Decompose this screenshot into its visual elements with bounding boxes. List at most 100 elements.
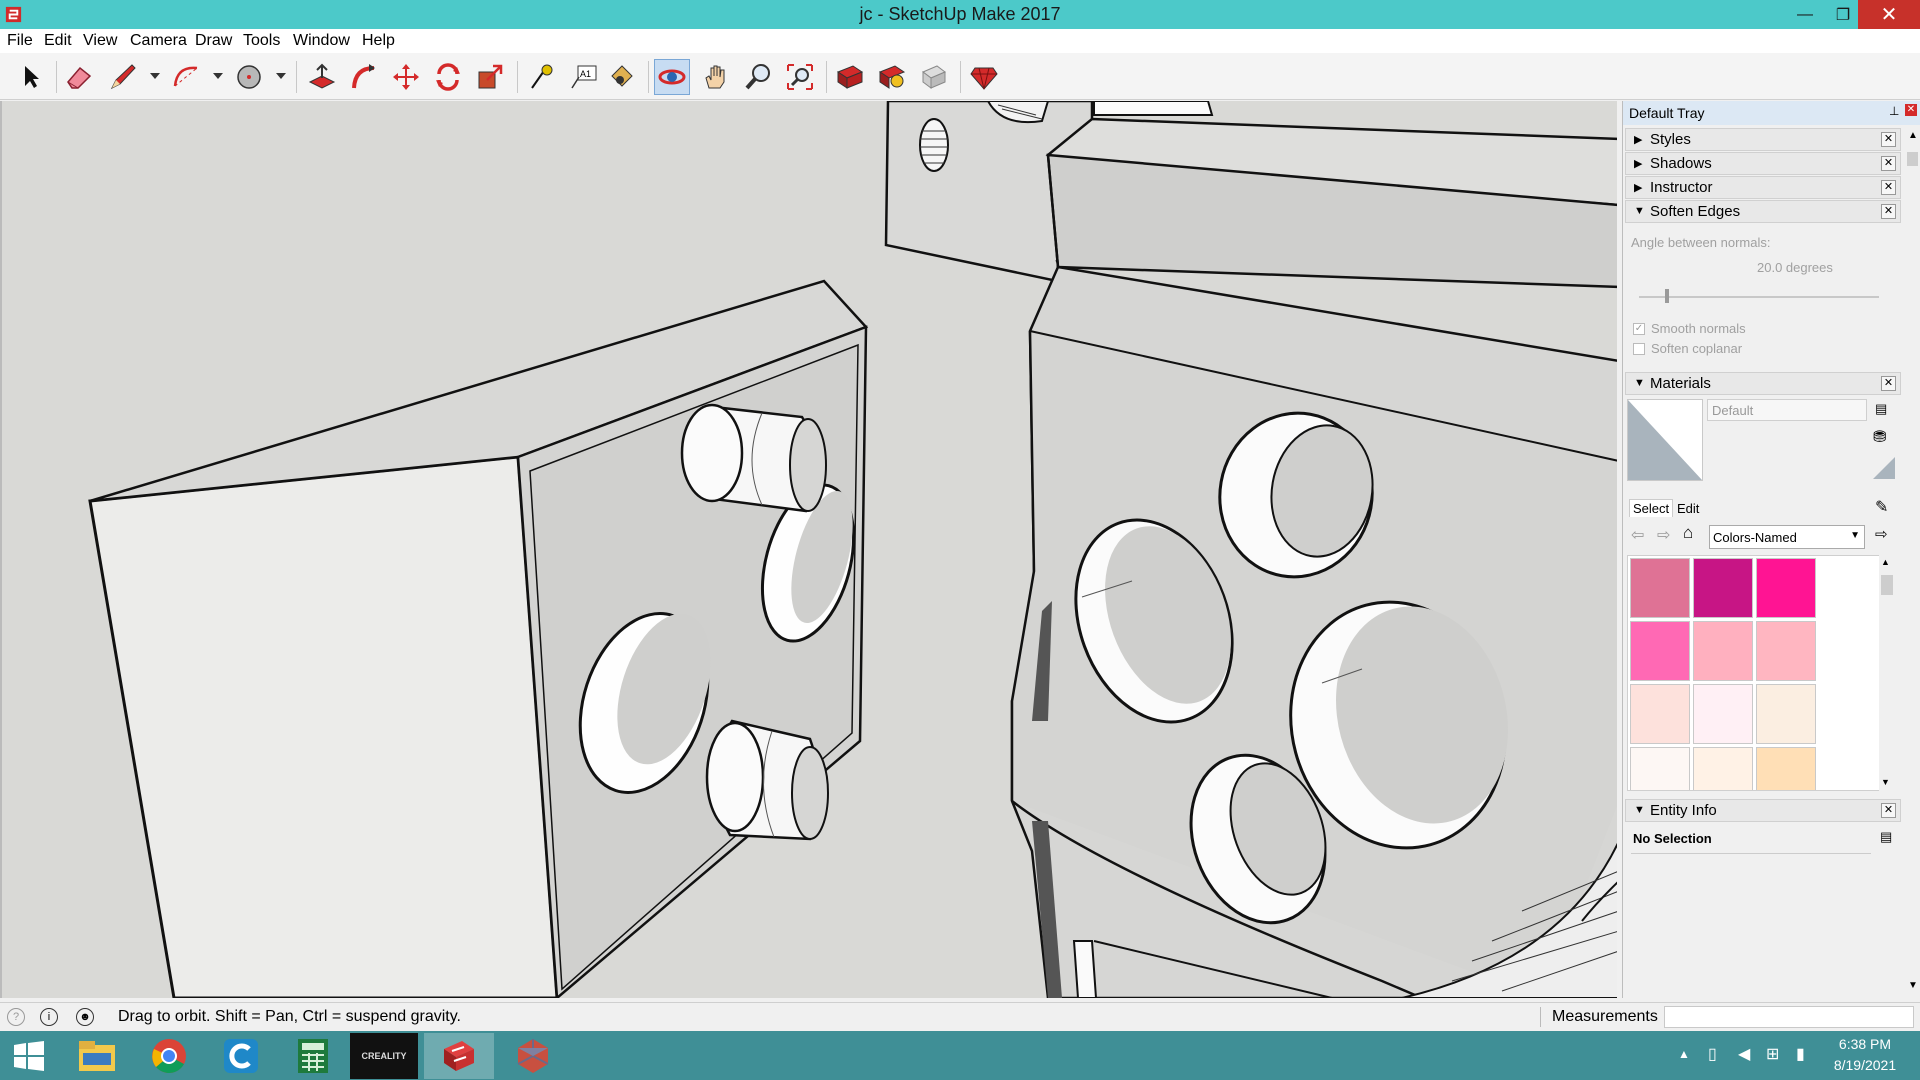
eyedropper-icon[interactable]: ✎ (1875, 497, 1888, 517)
ccleaner-icon[interactable] (206, 1033, 276, 1079)
scroll-up-icon[interactable]: ▲ (1881, 557, 1890, 567)
color-swatch[interactable] (1630, 558, 1690, 618)
circle-icon[interactable] (231, 59, 267, 95)
forward-arrow-icon[interactable]: ⇨ (1657, 525, 1670, 545)
move-icon[interactable] (388, 59, 424, 95)
color-swatch[interactable] (1756, 684, 1816, 744)
details-arrow-icon[interactable]: ⇨ (1875, 525, 1888, 543)
close-icon[interactable]: ✕ (1881, 376, 1896, 391)
clock-date[interactable]: 8/19/2021 (1815, 1057, 1915, 1073)
tray-close-button[interactable]: ✕ (1905, 104, 1917, 116)
color-swatch[interactable] (1693, 558, 1753, 618)
back-arrow-icon[interactable]: ⇦ (1631, 525, 1644, 545)
color-swatch[interactable] (1630, 747, 1690, 790)
text-icon[interactable]: A1 (565, 59, 601, 95)
home-icon[interactable]: ⌂ (1683, 523, 1693, 543)
close-icon[interactable]: ✕ (1881, 803, 1896, 818)
sample-swatch-icon[interactable] (1873, 457, 1895, 479)
tab-edit[interactable]: Edit (1677, 501, 1699, 516)
color-swatch[interactable] (1756, 621, 1816, 681)
menu-camera[interactable]: Camera (130, 32, 187, 50)
chrome-icon[interactable] (134, 1033, 204, 1079)
panel-styles[interactable]: ▶ Styles ✕ (1625, 128, 1901, 151)
scroll-up-icon[interactable]: ▲ (1908, 130, 1918, 141)
menu-file[interactable]: File (7, 32, 33, 50)
warehouse-icon[interactable] (832, 59, 868, 95)
zoom-icon[interactable] (740, 59, 776, 95)
angle-slider-thumb[interactable] (1665, 289, 1670, 303)
menu-window[interactable]: Window (293, 32, 350, 50)
close-button[interactable]: ✕ (1858, 0, 1920, 29)
pan-icon[interactable] (698, 59, 734, 95)
close-icon[interactable]: ✕ (1881, 132, 1896, 147)
info-icon[interactable]: i (40, 1008, 58, 1026)
user-account-icon[interactable]: ☻ (76, 1008, 94, 1026)
color-swatch[interactable] (1630, 621, 1690, 681)
menu-help[interactable]: Help (362, 32, 395, 50)
eraser-icon[interactable] (61, 59, 97, 95)
scrollbar-thumb[interactable] (1881, 575, 1893, 595)
model-viewport[interactable] (0, 101, 1617, 998)
3d-app-icon[interactable] (498, 1033, 568, 1079)
show-hidden-icons-icon[interactable]: ▲ (1678, 1047, 1690, 1061)
pin-icon[interactable]: ⊥ (1889, 104, 1899, 118)
extension-warehouse-icon[interactable] (874, 59, 910, 95)
paint-bucket-icon[interactable] (605, 59, 641, 95)
tab-select[interactable]: Select (1629, 499, 1674, 517)
menu-view[interactable]: View (83, 32, 117, 50)
soften-coplanar-checkbox[interactable] (1633, 343, 1645, 355)
color-swatch[interactable] (1630, 684, 1690, 744)
measurements-field[interactable] (1664, 1006, 1914, 1028)
panel-shadows[interactable]: ▶ Shadows ✕ (1625, 152, 1901, 175)
file-explorer-icon[interactable] (62, 1033, 132, 1079)
sketchup-icon[interactable] (424, 1033, 494, 1079)
collection-select[interactable]: Colors-Named ▼ (1709, 525, 1865, 549)
swatch-scrollbar[interactable]: ▲ ▼ (1879, 555, 1895, 791)
pencil-icon[interactable] (105, 59, 141, 95)
color-swatch[interactable] (1693, 621, 1753, 681)
menu-draw[interactable]: Draw (195, 32, 232, 50)
network-icon[interactable]: ⊞ (1766, 1044, 1779, 1064)
windows-start-icon[interactable] (0, 1033, 58, 1079)
device-icon[interactable]: ▯ (1708, 1044, 1717, 1064)
arc-icon[interactable] (168, 59, 204, 95)
entity-info-toggle-icon[interactable]: ▤ (1880, 829, 1892, 845)
creality-icon[interactable]: CREALITY (350, 1033, 418, 1079)
signal-icon[interactable]: ▮ (1796, 1044, 1805, 1064)
close-icon[interactable]: ✕ (1881, 180, 1896, 195)
panel-instructor[interactable]: ▶ Instructor ✕ (1625, 176, 1901, 199)
angle-slider-track[interactable] (1639, 296, 1879, 298)
tray-scrollbar[interactable]: ▲ ▼ (1905, 128, 1920, 998)
calculator-icon[interactable] (278, 1033, 348, 1079)
close-icon[interactable]: ✕ (1881, 204, 1896, 219)
layout-icon[interactable] (916, 59, 952, 95)
model-canvas[interactable] (2, 101, 1617, 998)
create-material-icon[interactable]: ▤ (1875, 401, 1887, 417)
color-swatch[interactable] (1693, 684, 1753, 744)
clock-time[interactable]: 6:38 PM (1815, 1036, 1915, 1052)
panel-entity-info[interactable]: ▼ Entity Info ✕ (1625, 799, 1901, 822)
geo-location-icon[interactable]: ? (7, 1008, 25, 1026)
panel-materials[interactable]: ▼ Materials ✕ (1625, 372, 1901, 395)
push-pull-icon[interactable] (304, 59, 340, 95)
menu-tools[interactable]: Tools (243, 32, 280, 50)
scale-icon[interactable] (472, 59, 508, 95)
close-icon[interactable]: ✕ (1881, 156, 1896, 171)
tape-measure-icon[interactable] (523, 59, 559, 95)
zoom-extents-icon[interactable] (782, 59, 818, 95)
select-icon[interactable] (13, 59, 49, 95)
ruby-icon[interactable] (966, 59, 1002, 95)
follow-me-icon[interactable] (346, 59, 382, 95)
smooth-normals-checkbox[interactable]: ✓ (1633, 323, 1645, 335)
color-swatch[interactable] (1756, 747, 1816, 790)
paint-bucket-icon[interactable]: ⛃ (1873, 427, 1886, 447)
rotate-icon[interactable] (430, 59, 466, 95)
orbit-icon[interactable] (654, 59, 690, 95)
color-swatch[interactable] (1756, 558, 1816, 618)
volume-icon[interactable]: ◀ (1738, 1044, 1750, 1064)
scrollbar-thumb[interactable] (1907, 152, 1918, 166)
panel-soften-edges[interactable]: ▼ Soften Edges ✕ (1625, 200, 1901, 223)
material-name-field[interactable]: Default (1707, 399, 1867, 421)
color-swatch[interactable] (1693, 747, 1753, 790)
scroll-down-icon[interactable]: ▼ (1908, 980, 1918, 991)
